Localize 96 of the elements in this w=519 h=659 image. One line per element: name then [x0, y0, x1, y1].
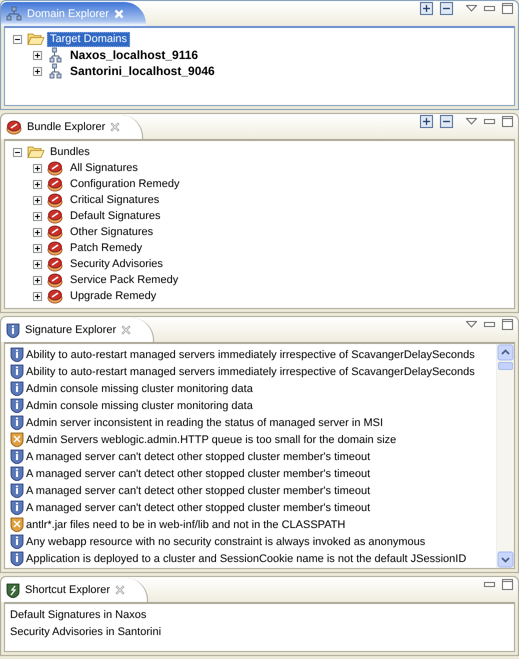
- expand-all-icon[interactable]: [420, 115, 433, 128]
- expand-icon[interactable]: [33, 180, 42, 188]
- signature-item[interactable]: A managed server can't detect other stopped cluster member's timeout: [26, 466, 370, 480]
- expand-icon[interactable]: [33, 196, 42, 204]
- info-shield-icon: [10, 534, 24, 549]
- minimize-icon[interactable]: [484, 6, 495, 11]
- collapse-icon[interactable]: [13, 34, 22, 44]
- collapse-icon[interactable]: [13, 148, 22, 156]
- signature-item[interactable]: A managed server can't detect other stopped cluster member's timeout: [26, 500, 370, 514]
- signature-item[interactable]: Ability to auto-restart managed servers immediately irrespective of ScavangerDelaySeconds: [26, 348, 475, 362]
- info-shield-icon: [10, 347, 24, 362]
- expand-icon[interactable]: [33, 164, 42, 172]
- warning-shield-icon: [10, 517, 24, 532]
- expand-icon[interactable]: [33, 228, 42, 236]
- bundle-icon: [47, 272, 63, 288]
- signature-item[interactable]: Admin console missing cluster monitoring data: [26, 398, 253, 412]
- collapse-all-icon[interactable]: [440, 2, 453, 15]
- tree-item[interactable]: Configuration Remedy: [67, 176, 182, 192]
- signature-item[interactable]: Admin Servers weblogic.admin.HTTP queue is too small for the domain size: [26, 432, 396, 446]
- tree-item[interactable]: Security Advisories: [67, 256, 166, 272]
- collapse-all-icon[interactable]: [440, 115, 453, 128]
- info-shield-icon: [10, 415, 24, 430]
- tree-item[interactable]: Critical Signatures: [67, 192, 162, 208]
- info-shield-icon: [10, 483, 24, 498]
- folder-icon: [27, 32, 45, 46]
- minimize-icon[interactable]: [484, 322, 495, 327]
- signature-item[interactable]: Application is deployed to a cluster and SessionCookie name is not the default JSessionID: [26, 552, 466, 566]
- signature-item[interactable]: Admin server inconsistent in reading the status of managed server in MSI: [26, 416, 384, 430]
- network-icon: [6, 6, 22, 22]
- tree-item[interactable]: Santorini_localhost_9046: [67, 64, 218, 78]
- expand-icon[interactable]: [33, 260, 42, 268]
- minimize-icon[interactable]: [484, 582, 495, 587]
- bundle-icon: [6, 119, 22, 135]
- expand-icon[interactable]: [33, 276, 42, 284]
- network-icon: [47, 47, 63, 63]
- info-shield-icon: [6, 322, 20, 338]
- shortcut-item[interactable]: Security Advisories in Santorini: [10, 624, 162, 638]
- network-icon: [47, 63, 63, 79]
- maximize-icon[interactable]: [502, 579, 513, 590]
- expand-icon[interactable]: [33, 50, 42, 60]
- view-tab[interactable]: Bundle Explorer: [1, 115, 144, 139]
- tree-item[interactable]: All Signatures: [67, 160, 141, 176]
- expand-icon[interactable]: [33, 244, 42, 252]
- signature-item[interactable]: Admin console missing cluster monitoring data: [26, 382, 253, 396]
- shield-icon: [6, 582, 20, 598]
- info-shield-icon: [10, 551, 24, 566]
- bundle-icon: [47, 160, 63, 176]
- tree-item[interactable]: Default Signatures: [67, 208, 164, 224]
- expand-icon[interactable]: [33, 66, 42, 76]
- bundle-icon: [47, 192, 63, 208]
- tree-item[interactable]: Other Signatures: [67, 224, 156, 240]
- expand-icon[interactable]: [33, 292, 42, 300]
- tree-item[interactable]: Patch Remedy: [67, 240, 146, 256]
- info-shield-icon: [10, 449, 24, 464]
- maximize-icon[interactable]: [502, 319, 513, 330]
- tree-item[interactable]: Bundles: [47, 144, 93, 160]
- bundle-icon: [47, 256, 63, 272]
- tree-item[interactable]: Upgrade Remedy: [67, 288, 160, 304]
- view-tab[interactable]: Signature Explorer: [1, 318, 154, 342]
- signature-item[interactable]: Ability to auto-restart managed servers immediately irrespective of ScavangerDelaySeconds: [26, 364, 475, 378]
- bundle-icon: [47, 208, 63, 224]
- signature-item[interactable]: A managed server can't detect other stopped cluster member's timeout: [26, 450, 370, 464]
- scroll-thumb[interactable]: [498, 362, 513, 370]
- warning-shield-icon: [10, 432, 24, 447]
- expand-all-icon[interactable]: [420, 2, 433, 15]
- info-shield-icon: [10, 500, 24, 515]
- scrollbar[interactable]: [496, 344, 514, 568]
- minimize-icon[interactable]: [484, 119, 495, 124]
- info-shield-icon: [10, 466, 24, 481]
- info-shield-icon: [10, 398, 24, 413]
- view-tab[interactable]: Shortcut Explorer: [1, 578, 148, 602]
- view-menu-icon[interactable]: [466, 118, 477, 125]
- bundle-icon: [47, 288, 63, 304]
- bundle-icon: [47, 224, 63, 240]
- close-icon[interactable]: [110, 122, 120, 132]
- signature-item[interactable]: antlr*.jar files need to be in web-inf/lib and not in the CLASSPATH: [26, 518, 346, 532]
- shortcut-item[interactable]: Default Signatures in Naxos: [10, 608, 146, 622]
- scroll-down-button[interactable]: [497, 551, 514, 568]
- bundle-icon: [47, 176, 63, 192]
- expand-icon[interactable]: [33, 212, 42, 220]
- scroll-up-button[interactable]: [497, 344, 514, 361]
- tree-item[interactable]: Naxos_localhost_9116: [67, 48, 202, 62]
- folder-icon: [27, 145, 45, 159]
- tree-item[interactable]: Target Domains: [47, 32, 130, 46]
- signature-item[interactable]: Any webapp resource with no security constraint is always invoked as anonymous: [26, 534, 426, 548]
- maximize-icon[interactable]: [502, 3, 513, 14]
- info-shield-icon: [10, 364, 24, 379]
- info-shield-icon: [10, 381, 24, 396]
- signature-item[interactable]: A managed server can't detect other stopped cluster member's timeout: [26, 484, 370, 498]
- maximize-icon[interactable]: [502, 116, 513, 127]
- close-icon[interactable]: [114, 585, 125, 595]
- view-menu-icon[interactable]: [466, 321, 477, 328]
- bundle-icon: [47, 240, 63, 256]
- tree-item[interactable]: Service Pack Remedy: [67, 272, 182, 288]
- close-icon[interactable]: [121, 325, 132, 335]
- view-menu-icon[interactable]: [466, 5, 477, 12]
